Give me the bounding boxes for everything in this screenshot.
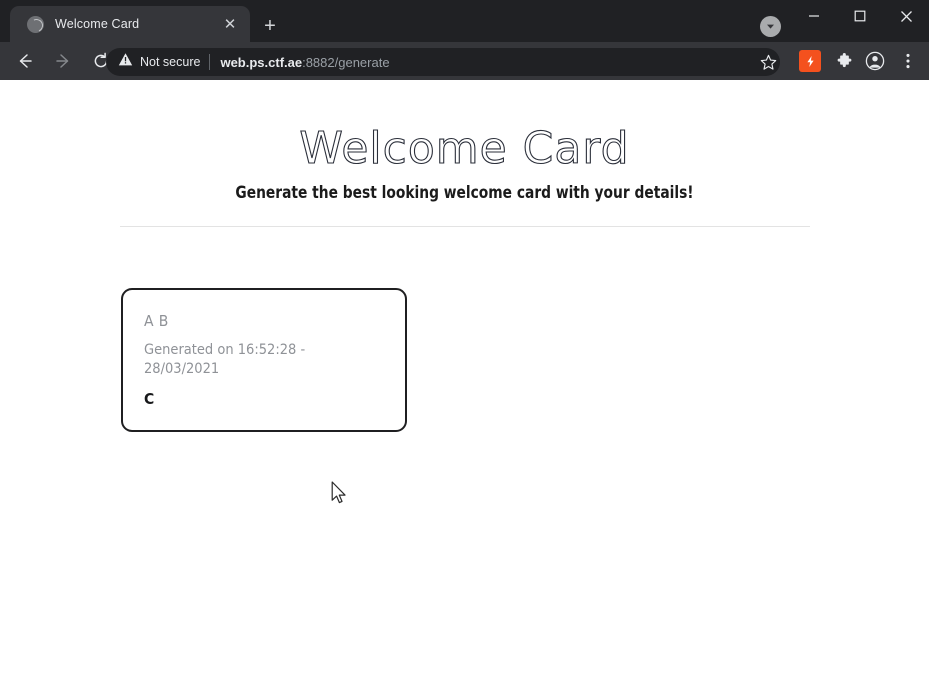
mouse-cursor (331, 481, 349, 512)
horizontal-divider (120, 226, 810, 227)
browser-tab[interactable]: Welcome Card ✕ (10, 6, 250, 42)
tab-strip: Welcome Card ✕ + (0, 0, 929, 42)
browser-window: Welcome Card ✕ + Not secure web.ps.ctf.a… (0, 0, 929, 687)
welcome-card: A B Generated on 16:52:28 - 28/03/2021 C (121, 288, 407, 432)
back-button[interactable] (8, 44, 42, 78)
url-text: web.ps.ctf.ae:8882/generate (220, 55, 389, 70)
warning-triangle-icon (118, 52, 133, 72)
card-name-text: A B (144, 312, 169, 330)
welcome-card-content: A B Generated on 16:52:28 - 28/03/2021 C (144, 312, 391, 408)
star-icon[interactable] (757, 51, 779, 73)
new-tab-button[interactable]: + (256, 12, 284, 40)
download-chevron-icon[interactable] (760, 16, 781, 37)
card-generated-text: Generated on 16:52:28 - 28/03/2021 (144, 342, 306, 377)
forward-button[interactable] (46, 44, 80, 78)
url-path: :8882/generate (302, 54, 390, 70)
window-maximize-button[interactable] (837, 0, 883, 32)
browser-toolbar: Not secure web.ps.ctf.ae:8882/generate (0, 42, 929, 80)
close-tab-icon[interactable]: ✕ (218, 12, 242, 36)
lightning-bolt-icon[interactable] (799, 50, 821, 72)
window-minimize-button[interactable] (791, 0, 837, 32)
address-bar[interactable]: Not secure web.ps.ctf.ae:8882/generate (106, 48, 780, 76)
globe-icon (27, 15, 44, 33)
account-avatar-icon[interactable] (862, 48, 888, 74)
url-host: web.ps.ctf.ae (220, 54, 303, 70)
card-extra-text: C (144, 390, 155, 408)
page-subtitle: Generate the best looking welcome card w… (235, 183, 694, 202)
window-close-button[interactable] (883, 0, 929, 32)
page-title: Welcome Card (299, 122, 630, 174)
security-status-label: Not secure (140, 55, 201, 69)
page-viewport: Welcome Card Generate the best looking w… (0, 80, 929, 687)
three-dot-menu-icon[interactable] (895, 48, 921, 74)
omnibox-divider (209, 54, 211, 70)
puzzle-piece-icon[interactable] (831, 48, 857, 74)
tab-title: Welcome Card (55, 17, 140, 31)
